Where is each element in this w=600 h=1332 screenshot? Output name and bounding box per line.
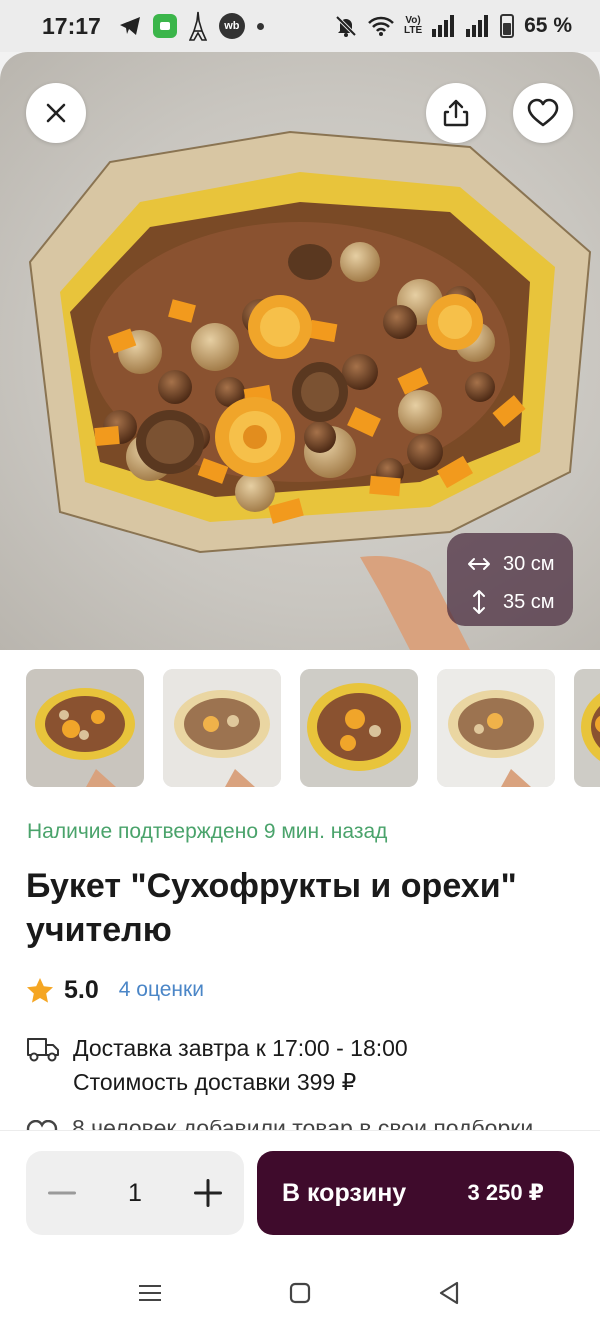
battery-icon [500, 14, 515, 38]
heart-icon [527, 98, 559, 127]
delivery-time: Доставка завтра к 17:00 - 18:00 [73, 1035, 408, 1061]
share-icon [443, 99, 469, 127]
wb-icon: wb [218, 13, 245, 39]
volte-bottom: LTE [403, 25, 423, 36]
vertical-arrows-icon [473, 590, 485, 614]
system-nav-bar [0, 1238, 600, 1332]
status-time: 17:17 [42, 12, 101, 39]
increase-button[interactable] [194, 1173, 222, 1213]
rating-row: 5.0 4 оценки [26, 972, 204, 1008]
app-badge-icon [152, 14, 177, 38]
volte-icon: Vo) LTE [404, 16, 422, 36]
dimension-height: 35 см [503, 590, 555, 613]
delivery-cost: Стоимость доставки 399 ₽ [73, 1069, 357, 1095]
rating-value: 5.0 [64, 975, 99, 1004]
thumbnail-image [437, 669, 555, 787]
add-to-cart-button[interactable]: В корзину 3 250 ₽ [257, 1151, 574, 1235]
plus-icon [194, 1179, 222, 1207]
heart-outline-icon [26, 1120, 58, 1130]
home-square-icon[interactable] [289, 1282, 311, 1304]
thumbnail[interactable] [300, 669, 418, 787]
product-photo[interactable]: 30 см 35 см [0, 52, 600, 650]
buy-bar: 1 В корзину 3 250 ₽ [0, 1130, 600, 1238]
wifi-icon [368, 16, 394, 36]
battery-level: 65 % [524, 14, 572, 37]
quantity-value: 1 [128, 1178, 142, 1207]
minus-icon [48, 1191, 76, 1195]
availability-status: Наличие подтверждено 9 мин. назад [27, 820, 388, 843]
dimensions-badge: 30 см 35 см [447, 533, 573, 626]
thumbnail[interactable] [437, 669, 555, 787]
thumbnail-image [163, 669, 281, 787]
close-icon [46, 103, 66, 123]
truck-icon [27, 1038, 59, 1062]
horizontal-arrows-icon [468, 558, 490, 570]
share-button[interactable] [426, 83, 486, 143]
status-bar: 17:17 wb Vo) LTE 65 % [0, 0, 600, 52]
close-button[interactable] [26, 83, 86, 143]
star-icon [27, 977, 53, 1003]
thumbnail-image [300, 669, 418, 787]
thumbnail[interactable] [26, 669, 144, 787]
favorite-button[interactable] [513, 83, 573, 143]
thumbnail-image [26, 669, 144, 787]
thumbnail-strip [26, 669, 600, 789]
cart-button-label: В корзину [282, 1178, 407, 1207]
product-price: 3 250 ₽ [467, 1180, 544, 1205]
signal-icon-2 [466, 15, 490, 37]
product-sheet: 30 см 35 см Наличие подтверждено 9 мин. … [0, 52, 600, 1332]
thumbnail[interactable] [163, 669, 281, 787]
decrease-button[interactable] [48, 1173, 76, 1213]
thumbnail-image [574, 669, 600, 787]
dimension-width: 30 см [503, 552, 555, 575]
eiffel-tower-icon [188, 11, 207, 41]
reviews-link[interactable]: 4 оценки [119, 978, 204, 1002]
quantity-stepper: 1 [26, 1151, 244, 1235]
telegram-icon [119, 16, 141, 36]
back-triangle-icon[interactable] [438, 1281, 460, 1305]
menu-icon[interactable] [139, 1284, 161, 1302]
popularity-text: 8 человек добавили товар в свои подборки [72, 1120, 533, 1130]
thumbnail[interactable] [574, 669, 600, 787]
signal-icon [432, 15, 456, 37]
mute-icon [334, 14, 358, 38]
product-title: Букет "Сухофрукты и орехи" учителю [26, 867, 517, 949]
popularity-peek: 8 человек добавили товар в свои подборки [26, 1120, 533, 1130]
notification-dot-icon [256, 22, 264, 30]
